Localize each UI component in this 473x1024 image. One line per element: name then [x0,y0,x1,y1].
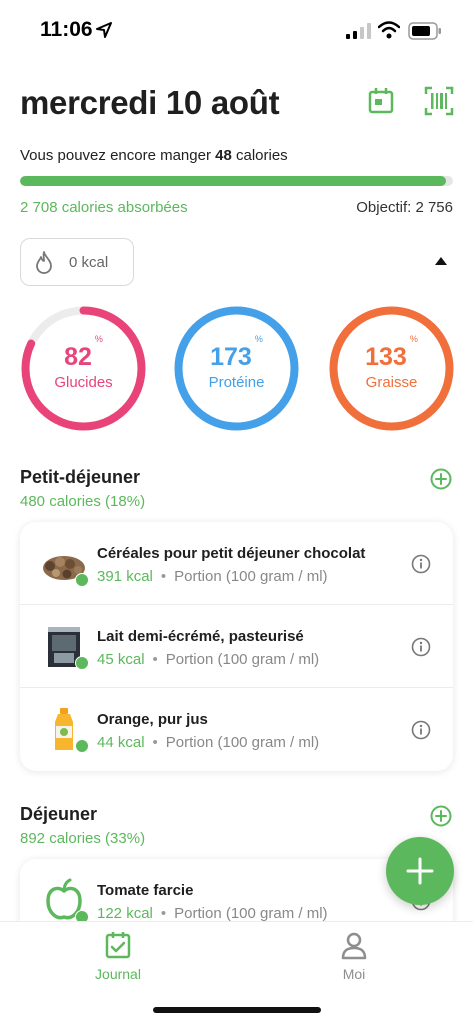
food-meta: 391 kcal • Portion (100 gram / ml) [97,568,328,585]
food-name: Céréales pour petit déjeuner chocolat [97,545,366,562]
protein-value: 173% [210,333,263,371]
macro-ring-carbs: 82% Glucides [20,305,147,432]
calories-absorbed: 2 708 calories absorbées [20,199,188,216]
info-icon[interactable] [411,720,431,740]
food-row[interactable]: Céréales pour petit déjeuner chocolat 39… [20,522,453,605]
food-portion: Portion (100 gram / ml) [165,651,320,668]
barcode-icon[interactable] [424,86,454,116]
verified-badge-icon [75,656,89,670]
carbs-label: Glucides [54,374,113,391]
food-meta: 122 kcal • Portion (100 gram / ml) [97,905,328,922]
home-indicator [153,1007,321,1013]
food-row[interactable]: Orange, pur jus 44 kcal • Portion (100 gra… [20,688,453,771]
battery-icon [408,22,441,40]
macro-ring-fat: 133% Graisse [328,305,455,432]
plus-icon [406,857,434,885]
meal-title-lunch: Déjeuner [20,804,98,824]
status-time: 11:06 [40,18,93,41]
journal-icon [105,932,131,959]
food-kcal: 391 kcal [97,568,153,585]
food-name: Orange, pur jus [97,711,208,728]
meal-calories-lunch: 892 calories (33%) [20,830,146,847]
info-icon[interactable] [411,637,431,657]
tab-profile-label: Moi [342,966,366,982]
meal-title-breakfast: Petit-déjeuner [20,467,141,487]
verified-badge-icon [75,739,89,753]
meal-calories-breakfast: 480 calories (18%) [20,493,146,510]
flame-icon [36,251,52,274]
add-breakfast-icon[interactable] [430,468,452,490]
signal-icon [346,23,371,39]
protein-label: Protéine [208,374,265,391]
macro-ring-protein: 173% Protéine [173,305,300,432]
food-kcal: 45 kcal [97,651,145,668]
food-name: Tomate farcie [97,882,194,899]
tab-profile[interactable]: Moi [304,930,404,982]
collapse-arrow-icon[interactable] [434,256,448,266]
calorie-progress-bar [20,176,453,186]
food-row[interactable]: Lait demi-écrémé, pasteurisé 45 kcal • Por… [20,605,453,688]
breakfast-card: Céréales pour petit déjeuner chocolat 39… [20,522,453,771]
calorie-objective[interactable]: Objectif: 2 756 [356,199,453,216]
food-meta: 44 kcal • Portion (100 gram / ml) [97,734,320,751]
food-meta: 45 kcal • Portion (100 gram / ml) [97,651,320,668]
calendar-icon[interactable] [366,86,396,116]
fat-value: 133% [365,333,418,371]
info-icon[interactable] [411,554,431,574]
remaining-calories: Vous pouvez encore manger 48 calories [20,147,288,164]
remaining-value: 48 [215,147,232,164]
location-arrow-icon [96,22,112,38]
wifi-icon [378,21,400,39]
tab-journal[interactable]: Journal [68,930,168,982]
burned-calories-pill[interactable]: 0 kcal [20,238,134,286]
verified-badge-icon [75,573,89,587]
food-portion: Portion (100 gram / ml) [174,905,328,922]
carbs-value: 82% [64,333,103,371]
food-kcal: 122 kcal [97,905,153,922]
food-portion: Portion (100 gram / ml) [165,734,320,751]
tab-journal-label: Journal [95,966,141,982]
status-bar: 11:06 [0,0,473,60]
burned-calories-value: 0 kcal [69,253,109,271]
food-portion: Portion (100 gram / ml) [174,568,328,585]
add-food-button[interactable] [386,837,454,905]
food-kcal: 44 kcal [97,734,145,751]
add-lunch-icon[interactable] [430,805,452,827]
fat-label: Graisse [365,374,418,391]
profile-icon [341,932,367,960]
food-name: Lait demi-écrémé, pasteurisé [97,628,304,645]
calorie-progress-fill [20,176,446,186]
date-title[interactable]: mercredi 10 août [20,84,280,122]
